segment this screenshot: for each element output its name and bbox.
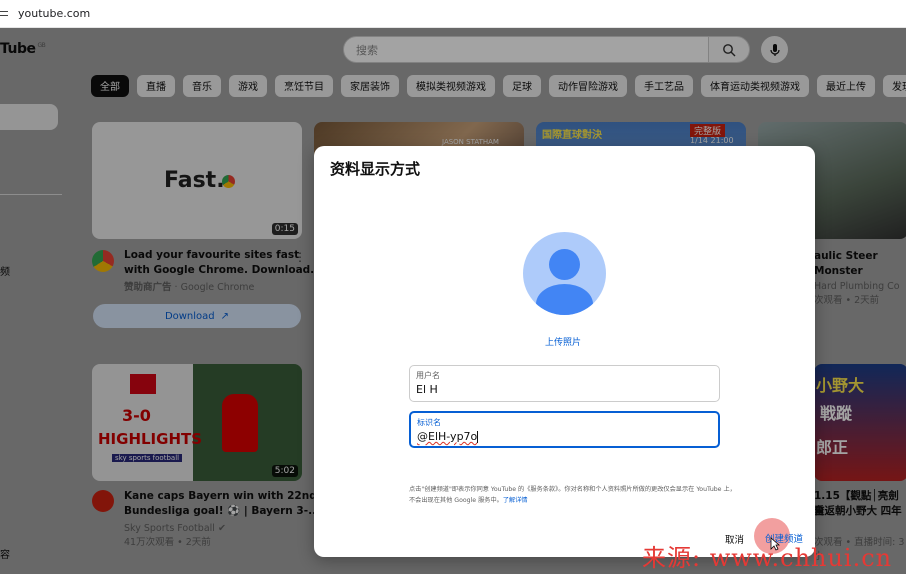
source-watermark: 来源: www.chhui.cn [642, 544, 893, 572]
username-field[interactable]: 用户名 El H [409, 365, 720, 402]
handle-label: 标识名 [417, 418, 441, 427]
handle-text: @ElH-yp7o [417, 430, 478, 443]
handle-field[interactable]: 标识名 @ElH-yp7o [409, 411, 720, 448]
profile-avatar-icon[interactable] [523, 232, 606, 315]
username-label: 用户名 [416, 371, 440, 380]
upload-photo-link[interactable]: 上传照片 [545, 335, 581, 348]
terms-text: 点击"创建频道"即表示你同意 YouTube 的《服务条款》。你对名称和个人资料… [409, 486, 736, 504]
address-url[interactable]: youtube.com [18, 7, 90, 20]
text-caret [477, 431, 479, 443]
terms-notice: 点击"创建频道"即表示你同意 YouTube 的《服务条款》。你对名称和个人资料… [409, 484, 739, 506]
avatar-body [536, 284, 593, 315]
avatar-head [549, 249, 580, 280]
handle-value[interactable]: @ElH-yp7o [417, 430, 712, 443]
site-settings-icon[interactable] [0, 9, 10, 19]
channel-profile-dialog: 资料显示方式 上传照片 用户名 El H 标识名 @ElH-yp7o 点击"创建… [314, 146, 815, 557]
dialog-title: 资料显示方式 [330, 160, 421, 178]
username-value[interactable]: El H [416, 383, 713, 396]
learn-more-link[interactable]: 了解详情 [503, 497, 528, 504]
browser-address-bar[interactable]: youtube.com [0, 0, 906, 28]
